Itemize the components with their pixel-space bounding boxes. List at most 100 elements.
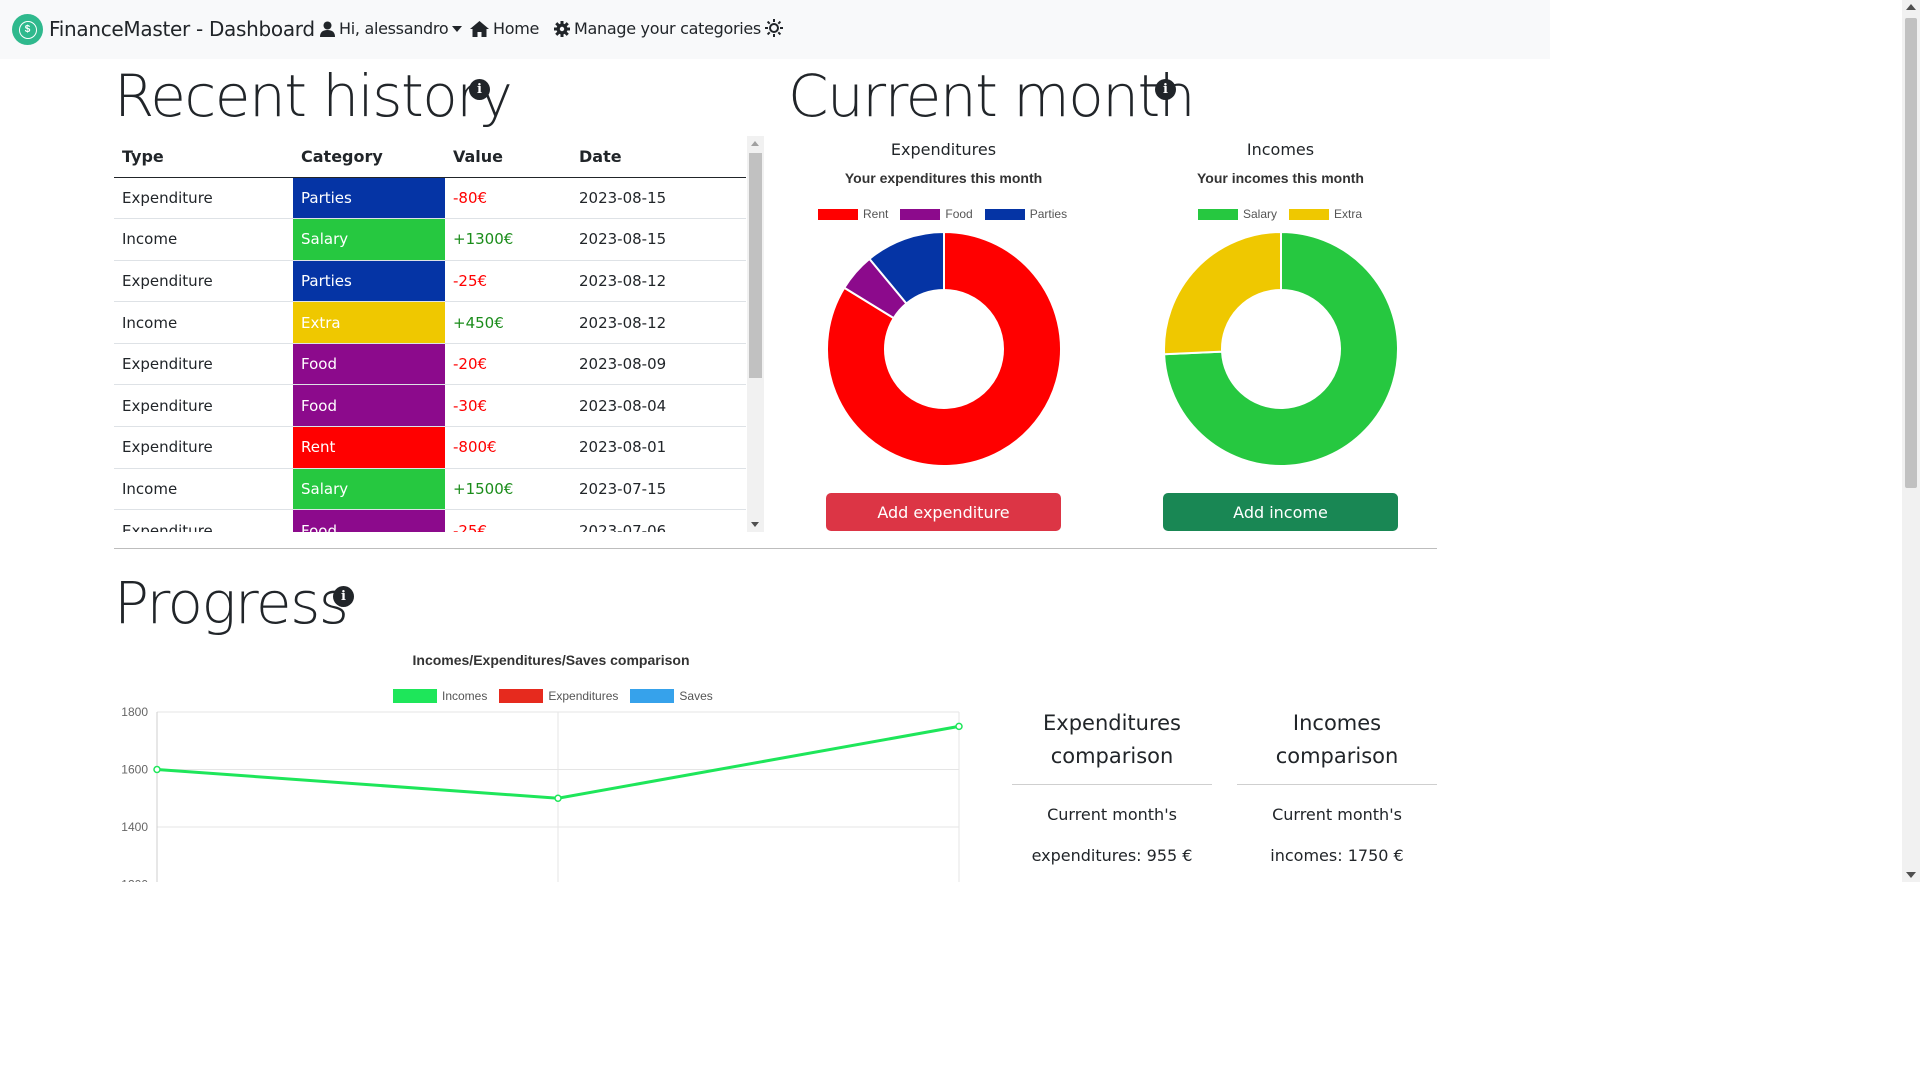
table-row[interactable]: Income Salary +1300€ 2023-08-15 — [114, 218, 746, 261]
table-scrollbar[interactable] — [747, 136, 764, 532]
recent-history-table: Type Category Value Date Expenditure Part… — [114, 136, 764, 532]
cell-date: 2023-08-09 — [571, 343, 746, 386]
cell-type: Income — [114, 218, 293, 261]
theme-toggle[interactable] — [765, 19, 783, 37]
cell-value: -800€ — [445, 426, 571, 469]
data-point[interactable] — [153, 765, 161, 774]
y-tick-label: 1200 — [121, 878, 148, 883]
cell-category: Parties — [293, 177, 445, 220]
inc-comparison-line2: incomes: 1750 € — [1270, 846, 1404, 865]
legend-item-food[interactable]: Food — [900, 207, 973, 221]
progress-title: Progress — [114, 569, 349, 637]
exp-comparison-divider — [1012, 784, 1212, 785]
header-date: Date — [571, 136, 746, 178]
cell-value: -30€ — [445, 384, 571, 428]
incomes-comparison-title: Incomes comparison — [1275, 711, 1399, 768]
table-scroll-up-icon[interactable] — [751, 141, 759, 146]
cell-value: -80€ — [445, 177, 571, 220]
y-tick-label: 1400 — [121, 820, 148, 834]
cell-type: Expenditure — [114, 177, 293, 220]
table-row[interactable]: Expenditure Food -20€ 2023-08-09 — [114, 343, 746, 386]
incomes-legend: Salary Extra — [1198, 207, 1368, 221]
data-point[interactable] — [955, 722, 963, 731]
cell-category: Food — [293, 509, 445, 532]
inc-comparison-divider — [1237, 784, 1437, 785]
cell-value: -20€ — [445, 343, 571, 386]
user-icon — [320, 21, 335, 37]
incomes-slice-extra[interactable] — [1163, 231, 1282, 356]
scroll-up-icon[interactable] — [1906, 4, 1916, 10]
user-greeting: Hi, alessandro — [339, 19, 449, 38]
cell-category: Salary — [293, 468, 445, 511]
table-row[interactable]: Expenditure Food -30€ 2023-08-04 — [114, 384, 746, 428]
cell-date: 2023-08-12 — [571, 301, 746, 344]
page-scrollbar[interactable] — [1902, 0, 1920, 882]
brand-title[interactable]: FinanceMaster - Dashboard — [49, 17, 315, 41]
cell-type: Income — [114, 468, 293, 511]
gear-icon — [554, 20, 570, 37]
cell-value: +1300€ — [445, 218, 571, 261]
brand-logo-icon[interactable]: $ — [12, 14, 43, 45]
cell-date: 2023-08-15 — [571, 177, 746, 220]
cell-date: 2023-08-12 — [571, 260, 746, 303]
add-income-button[interactable]: Add income — [1163, 493, 1398, 531]
recent-history-title: Recent history — [114, 62, 513, 130]
nav-manage-categories[interactable]: Manage your categories — [554, 19, 761, 38]
incomes-label: Incomes — [1246, 140, 1315, 159]
cell-date: 2023-07-15 — [571, 468, 746, 511]
recent-history-info-icon[interactable]: i — [469, 79, 490, 100]
y-tick-label: 1600 — [121, 763, 148, 777]
table-row[interactable]: Expenditure Rent -800€ 2023-08-01 — [114, 426, 746, 469]
section-divider — [114, 548, 1437, 549]
cell-date: 2023-08-04 — [571, 384, 746, 428]
expenditures-label: Expenditures — [890, 140, 997, 159]
data-point[interactable] — [554, 794, 562, 802]
cell-type: Expenditure — [114, 260, 293, 303]
expenditures-chart-title: Your expenditures this month — [844, 170, 1043, 186]
legend-item-salary[interactable]: Salary — [1198, 207, 1277, 221]
nav-home-label: Home — [493, 19, 540, 38]
incomes-donut-chart[interactable] — [1163, 231, 1399, 467]
table-row[interactable]: Expenditure Parties -80€ 2023-08-15 — [114, 177, 746, 220]
comparison-chart-title: Incomes/Expenditures/Saves comparison — [412, 652, 690, 668]
header-category: Category — [293, 136, 445, 178]
incomes-chart-title: Your incomes this month — [1197, 170, 1364, 186]
cell-date: 2023-07-06 — [571, 509, 746, 532]
table-row[interactable]: Expenditure Food -25€ 2023-07-06 — [114, 509, 746, 532]
add-expenditure-button[interactable]: Add expenditure — [826, 493, 1061, 531]
cell-category: Food — [293, 384, 445, 428]
header-type: Type — [114, 136, 293, 178]
cell-date: 2023-08-15 — [571, 218, 746, 261]
table-row[interactable]: Income Extra +450€ 2023-08-12 — [114, 301, 746, 344]
nav-home[interactable]: Home — [470, 19, 539, 38]
nav-categories-label: Manage your categories — [574, 19, 761, 38]
table-scroll-down-icon[interactable] — [751, 522, 759, 527]
legend-item-rent[interactable]: Rent — [818, 207, 888, 221]
user-dropdown[interactable]: Hi, alessandro — [320, 19, 463, 38]
inc-comparison-line1: Current month's — [1272, 805, 1402, 824]
cell-date: 2023-08-01 — [571, 426, 746, 469]
expenditures-legend: Rent Food Parties — [818, 207, 1073, 221]
table-row[interactable]: Expenditure Parties -25€ 2023-08-12 — [114, 260, 746, 303]
legend-item-parties[interactable]: Parties — [984, 207, 1067, 221]
table-scrollbar-thumb[interactable] — [749, 153, 762, 378]
cell-value: +450€ — [445, 301, 571, 344]
navbar: $ FinanceMaster - Dashboard Hi, alessand… — [0, 0, 1550, 59]
scroll-down-icon[interactable] — [1906, 872, 1916, 878]
comparison-line-chart[interactable]: 1800 1600 1400 1200 — [114, 700, 974, 882]
current-month-info-icon[interactable]: i — [1155, 79, 1176, 100]
legend-item-extra[interactable]: Extra — [1289, 207, 1362, 221]
cell-value: -25€ — [445, 260, 571, 303]
scrollbar-thumb[interactable] — [1905, 18, 1917, 488]
cell-value: -25€ — [445, 509, 571, 532]
progress-info-icon[interactable]: i — [333, 586, 354, 607]
home-icon — [470, 20, 489, 37]
exp-comparison-line1: Current month's — [1047, 805, 1177, 824]
cell-type: Expenditure — [114, 343, 293, 386]
header-value: Value — [445, 136, 571, 178]
cell-category: Salary — [293, 218, 445, 261]
expenditures-donut-chart[interactable] — [826, 231, 1062, 467]
table-row[interactable]: Income Salary +1500€ 2023-07-15 — [114, 468, 746, 511]
exp-comparison-line2: expenditures: 955 € — [1031, 846, 1193, 865]
y-tick-label: 1800 — [121, 705, 148, 719]
